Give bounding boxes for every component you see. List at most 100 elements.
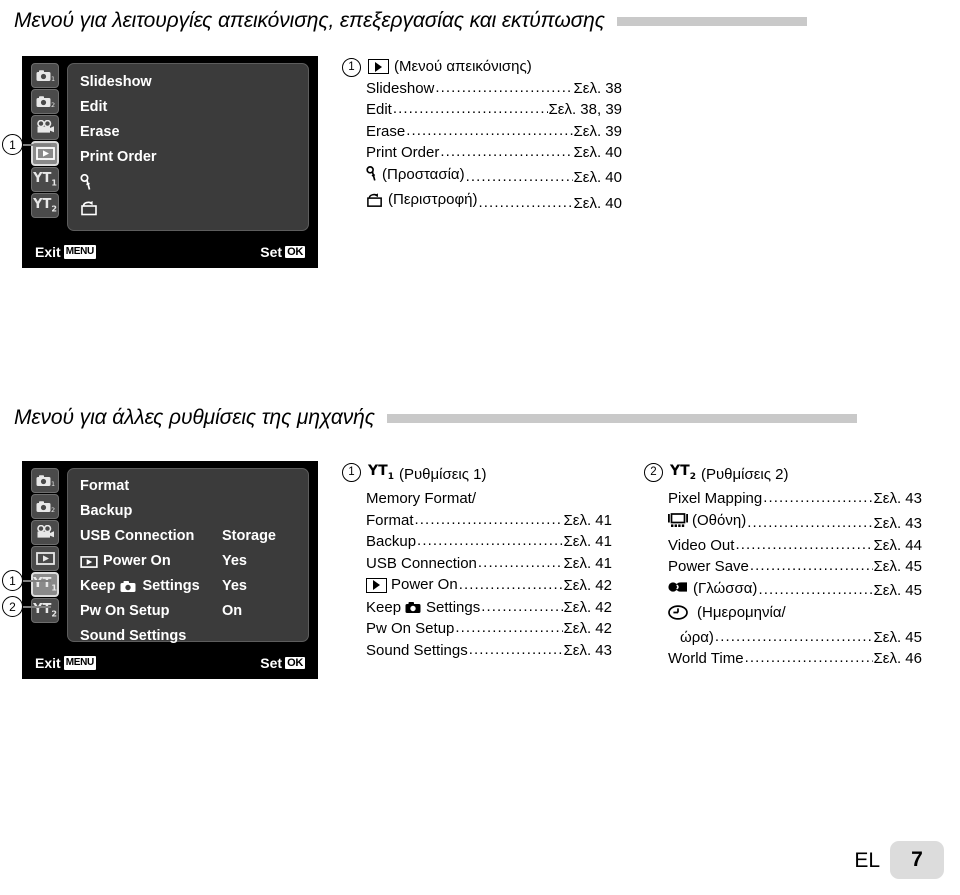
reference-row: Pw On Setup ............................… (366, 618, 612, 640)
reference-row-name: Power On (391, 576, 458, 594)
sidebar-item-setup1[interactable]: YT1 (31, 167, 59, 192)
reference-list: Pixel Mapping ..........................… (668, 488, 922, 669)
sidebar-item-playback[interactable] (31, 546, 59, 571)
menu-item-value: Yes (222, 578, 247, 594)
menu-item-power-on[interactable]: Power On Yes (68, 549, 308, 574)
section-2-header: Μενού για άλλες ρυθμίσεις της μηχανής (14, 405, 934, 431)
reference-list: Slideshow ..............................… (366, 78, 622, 215)
reference-row: ώρα) ...................................… (680, 627, 922, 649)
leader-dots: ...................................... (458, 576, 563, 594)
leader-dots: ...................................... (406, 121, 572, 139)
reference-row-name: (Οθόνη) (692, 511, 747, 529)
menu-item-label: Slideshow (80, 74, 152, 90)
callout-1-section-1: 1 (2, 134, 51, 155)
sidebar-item-movie[interactable] (31, 520, 59, 545)
sidebar-item-camera1[interactable]: 1 (31, 63, 59, 88)
camera-1-icon: 1 (36, 69, 55, 83)
menu-item-sound-settings[interactable]: Sound Settings (68, 624, 308, 649)
reference-heading: 2 YT2 (Ρυθμίσεις 2) (644, 461, 922, 488)
wrench-2-icon: YT2 (33, 196, 57, 214)
camera-2-icon: 2 (36, 500, 55, 514)
menu-item-label-suffix: Settings (142, 578, 200, 594)
leader-dots: ...................................... (392, 100, 548, 117)
menu-item-label: Backup (80, 503, 133, 519)
set-control[interactable]: Set OK (260, 655, 305, 671)
camera-inline-icon (405, 601, 421, 613)
reference-row-name: World Time (668, 650, 744, 668)
reference-row: Power On ...............................… (366, 574, 612, 596)
leader-dots: ...................................... (414, 510, 563, 528)
leader-dots: ...................................... (749, 557, 873, 575)
section-2-title: Μενού για άλλες ρυθμίσεις της μηχανής (14, 406, 375, 429)
section-1-rule (616, 16, 807, 26)
reference-row: Sound Settings .........................… (366, 640, 612, 662)
page-footer: EL 7 (854, 841, 944, 879)
menu-item-label: Pw On Setup (80, 603, 170, 619)
reference-heading-text: (Ρυθμίσεις 2) (700, 465, 789, 483)
menu-item-slideshow[interactable]: Slideshow (68, 70, 308, 95)
reference-row: Edit ...................................… (366, 99, 622, 121)
reference-row-name-suffix: Settings (426, 598, 481, 616)
menu-item-value: Yes (222, 553, 247, 569)
menu-item-keep-settings[interactable]: Keep Settings Yes (68, 574, 308, 599)
movie-camera-icon (36, 525, 54, 538)
reference-row: (Προστασία) ............................… (366, 164, 622, 189)
reference-row-page: Σελ. 44 (873, 536, 922, 554)
leader-dots: ...................................... (478, 193, 573, 211)
menu-item-pw-on-setup[interactable]: Pw On Setup On (68, 599, 308, 624)
reference-row-page: Σελ. 40 (573, 144, 622, 161)
sidebar-item-camera1[interactable]: 1 (31, 468, 59, 493)
menu-item-format[interactable]: Format (68, 474, 308, 499)
sidebar-item-setup2[interactable]: YT2 (31, 193, 59, 218)
reference-row: Keep Settings ..........................… (366, 597, 612, 619)
menu-item-edit[interactable]: Edit (68, 95, 308, 120)
callout-leader-line (23, 579, 51, 582)
setup1-menu-reference: 1 YT1 (Ρυθμίσεις 1) Memory Format/ Forma… (342, 461, 612, 661)
menu-item-label: Edit (80, 99, 108, 115)
reference-row: World Time .............................… (668, 648, 922, 670)
menu-item-label: Erase (80, 124, 120, 140)
camera-1-icon: 1 (36, 474, 55, 488)
svg-text:1: 1 (51, 480, 55, 488)
leader-dots: ...................................... (417, 532, 563, 550)
leader-dots: ...................................... (744, 649, 873, 667)
key-protect-icon (366, 166, 376, 181)
reference-row-page: Σελ. 42 (563, 598, 612, 616)
camera-inline-icon (120, 581, 136, 592)
reference-row-name: Sound Settings (366, 641, 468, 659)
menu-item-rotate[interactable] (68, 195, 308, 220)
menu-status-bar: Exit MENU Set OK (23, 648, 317, 678)
setup-menu-list: Format Backup USB Connection Storage Pow… (67, 468, 309, 644)
svg-text:2: 2 (51, 101, 55, 109)
leader-dots: ...................................... (763, 489, 872, 507)
exit-control[interactable]: Exit MENU (35, 244, 96, 260)
reference-row-name-prefix: Keep (366, 598, 402, 616)
menu-item-erase[interactable]: Erase (68, 120, 308, 145)
reference-row-page: Σελ. 45 (873, 628, 922, 646)
menu-item-backup[interactable]: Backup (68, 499, 308, 524)
rotate-icon (367, 192, 382, 207)
reference-row-page: Σελ. 41 (563, 533, 612, 551)
menu-item-print-order[interactable]: Print Order (68, 145, 308, 170)
reference-row-page: Σελ. 41 (563, 554, 612, 572)
sidebar-item-camera2[interactable]: 2 (31, 89, 59, 114)
language-code: EL (854, 848, 880, 872)
playback-icon (35, 552, 55, 565)
menu-key-badge: MENU (63, 656, 96, 670)
leader-dots: ...................................... (747, 514, 872, 532)
menu-item-usb-connection[interactable]: USB Connection Storage (68, 524, 308, 549)
reference-row-page: Σελ. 40 (573, 169, 622, 187)
reference-row-name: Slideshow (366, 79, 435, 97)
menu-item-protect[interactable] (68, 170, 308, 195)
reference-heading-text: (Μενού απεικόνισης) (394, 58, 532, 75)
set-control[interactable]: Set OK (260, 244, 305, 260)
svg-text:1: 1 (51, 75, 55, 83)
sidebar-item-camera2[interactable]: 2 (31, 494, 59, 519)
menu-item-value: Storage (222, 528, 276, 544)
leader-dots: ...................................... (714, 627, 873, 645)
wrench-1-icon: YT1 (33, 170, 57, 188)
menu-item-label: Sound Settings (80, 628, 187, 644)
leader-dots: ...................................... (481, 597, 562, 615)
menu-item-label-prefix: Keep (80, 578, 116, 594)
exit-control[interactable]: Exit MENU (35, 655, 96, 671)
